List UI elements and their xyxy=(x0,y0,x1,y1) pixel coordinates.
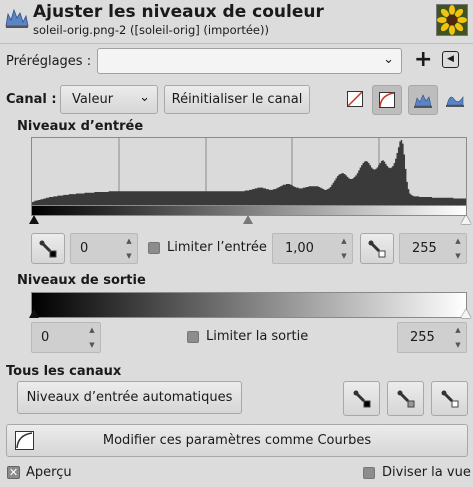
chevron-down-icon: ⌄ xyxy=(139,90,150,105)
presets-combo[interactable]: ⌄ xyxy=(97,48,402,74)
dialog-icon xyxy=(4,4,30,30)
eyedropper-white-icon xyxy=(441,390,458,407)
input-low-handle[interactable] xyxy=(29,215,39,224)
split-view-checkbox[interactable] xyxy=(363,467,375,479)
input-high-value: 255 xyxy=(412,241,437,256)
output-low-handle[interactable] xyxy=(29,309,39,318)
log-histogram-icon xyxy=(379,92,395,108)
eyedropper-white-icon xyxy=(368,240,386,257)
output-gradient-bar xyxy=(31,292,467,318)
input-gamma-handle[interactable] xyxy=(243,215,253,224)
curves-icon xyxy=(15,431,34,450)
output-high-value: 255 xyxy=(410,330,435,345)
input-gamma-spin[interactable]: ▲ ▼ xyxy=(336,234,352,263)
pick-white-all-button[interactable] xyxy=(431,381,468,416)
pick-black-point-button[interactable] xyxy=(31,233,65,264)
output-levels-title: Niveaux de sortie xyxy=(17,273,146,288)
edit-as-curves-label: Modifier ces paramètres comme Courbes xyxy=(102,433,372,448)
clamp-output-checkbox[interactable] xyxy=(187,331,199,343)
histogram-bars-button[interactable] xyxy=(408,85,438,115)
eyedropper-black-icon xyxy=(353,390,370,407)
dialog-subtitle: soleil-orig.png-2 ([soleil-orig] (import… xyxy=(33,23,269,37)
auto-input-levels-button[interactable]: Niveaux d’entrée automatiques xyxy=(17,381,242,414)
histogram-view xyxy=(31,137,467,206)
input-high-spin[interactable]: ▲ ▼ xyxy=(450,234,466,263)
input-low-field[interactable]: 0 ▲ ▼ xyxy=(70,233,138,264)
edit-as-curves-button[interactable]: Modifier ces paramètres comme Courbes xyxy=(6,424,468,457)
output-high-handle[interactable] xyxy=(461,309,471,318)
dialog-title: Ajuster les niveaux de couleur xyxy=(33,2,324,22)
preview-label: Aperçu xyxy=(26,465,72,480)
channel-value: Valeur xyxy=(72,92,114,107)
input-high-field[interactable]: 255 ▲ ▼ xyxy=(399,233,467,264)
output-low-spin[interactable]: ▲ ▼ xyxy=(84,323,100,352)
input-gamma-value: 1,00 xyxy=(285,241,314,256)
histogram-smooth-icon[interactable] xyxy=(446,91,464,107)
pick-gray-all-button[interactable] xyxy=(387,381,424,416)
pick-white-point-button[interactable] xyxy=(360,233,394,264)
clamp-input-checkbox[interactable] xyxy=(148,242,160,254)
input-gamma-field[interactable]: 1,00 ▲ ▼ xyxy=(272,233,353,264)
output-high-field[interactable]: 255 ▲ ▼ xyxy=(397,322,467,353)
histogram-shape xyxy=(32,140,466,205)
chevron-down-icon: ⌄ xyxy=(383,52,394,67)
linear-histogram-icon[interactable] xyxy=(347,91,363,107)
log-histogram-button[interactable] xyxy=(372,85,402,115)
channel-select[interactable]: Valeur ⌄ xyxy=(60,85,158,114)
pick-black-all-button[interactable] xyxy=(343,381,380,416)
add-preset-button[interactable]: + xyxy=(414,48,432,74)
split-view-label: Diviser la vue xyxy=(382,465,471,480)
clamp-output-label: Limiter la sortie xyxy=(206,329,309,344)
input-high-handle[interactable] xyxy=(461,215,471,224)
channel-label: Canal : xyxy=(6,92,57,107)
preview-checkbox[interactable]: ✕ xyxy=(7,466,20,479)
input-low-value: 0 xyxy=(80,241,89,256)
input-low-spin[interactable]: ▲ ▼ xyxy=(121,234,137,263)
all-channels-title: Tous les canaux xyxy=(6,364,122,379)
clamp-input-label: Limiter l’entrée xyxy=(167,240,267,255)
presets-label: Préréglages : xyxy=(6,54,92,69)
image-thumbnail xyxy=(436,4,468,36)
reset-channel-button[interactable]: Réinitialiser le canal xyxy=(164,85,310,114)
output-high-spin[interactable]: ▲ ▼ xyxy=(450,323,466,352)
eyedropper-black-icon xyxy=(39,240,57,257)
input-levels-title: Niveaux d’entrée xyxy=(17,119,144,134)
histogram-bars-icon xyxy=(414,94,432,108)
output-low-field[interactable]: 0 ▲ ▼ xyxy=(31,322,101,353)
preset-menu-button[interactable]: ◀ xyxy=(442,51,462,71)
output-low-value: 0 xyxy=(41,330,50,345)
eyedropper-gray-icon xyxy=(397,390,414,407)
menu-arrow-icon: ◀ xyxy=(442,51,459,68)
